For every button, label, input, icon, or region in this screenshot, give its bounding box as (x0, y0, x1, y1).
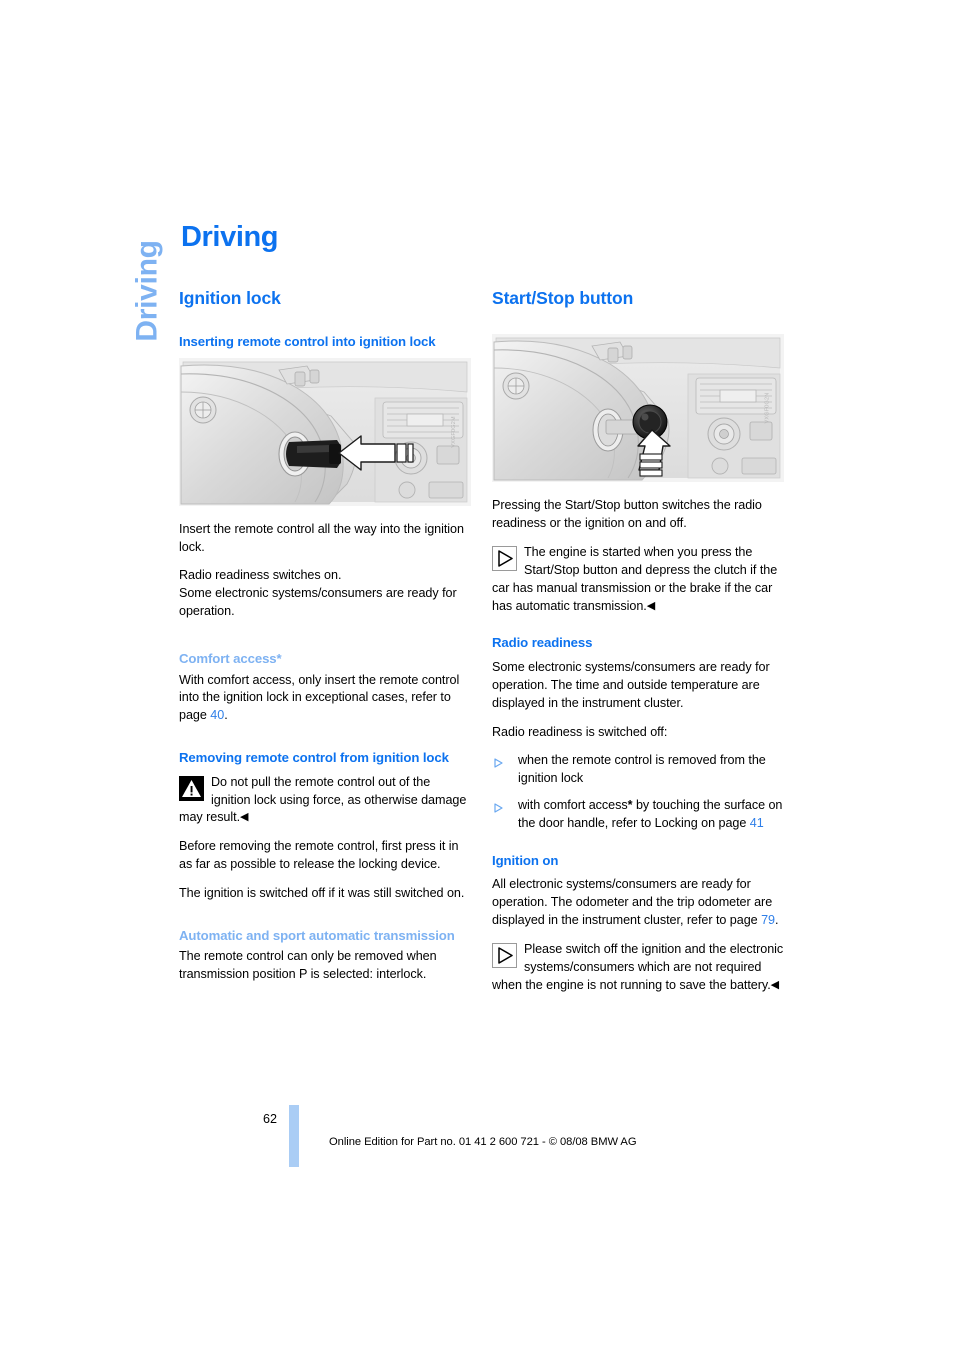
left-column: Ignition lock Inserting remote control i… (179, 288, 471, 995)
ignition-text-a: All electronic systems/consumers are rea… (492, 877, 773, 928)
radio-readiness-line-2: Some electronic systems/consumers are re… (179, 586, 457, 619)
list-item-text: when the remote control is removed from … (518, 753, 766, 786)
ignition-text-b: . (775, 913, 779, 928)
page-number: 62 (263, 1112, 278, 1126)
warning-end-mark: ◀ (240, 811, 249, 824)
warning-notice: Do not pull the remote control out of th… (179, 774, 471, 828)
radio-readiness-line-1: Radio readiness switches on. (179, 568, 342, 583)
section-heading-start-stop-button: Start/Stop button (492, 288, 634, 308)
subheading-removing-remote-control: Removing remote control from ignition lo… (179, 750, 449, 766)
page-reference-41[interactable]: 41 (750, 816, 764, 830)
note-switch-off-ignition: Please switch off the ignition and the e… (492, 941, 784, 995)
bullet-triangle-icon (494, 801, 503, 813)
comfort-text-b: . (224, 708, 228, 723)
paragraph-ignition-on: All electronic systems/consumers are rea… (492, 876, 784, 930)
section-heading-ignition-lock: Ignition lock (179, 288, 281, 308)
figure-code: VXGF0G2M (451, 415, 458, 448)
paragraph-pressing-start-stop: Pressing the Start/Stop button switches … (492, 498, 762, 530)
right-column: Start/Stop button VXGF0G2N Pressing the … (492, 288, 784, 1006)
list-item-text-a: with comfort access (518, 798, 628, 813)
page-reference-40[interactable]: 40 (210, 708, 224, 722)
figure-inserting-remote-control: VXGF0G2M (179, 357, 471, 506)
page-title: Driving (181, 221, 279, 253)
paragraph-radio-readiness-detail: Some electronic systems/consumers are re… (492, 659, 770, 710)
note-triangle-icon (492, 943, 517, 968)
note-end-mark: ◀ (770, 978, 780, 991)
subheading-inserting-remote-control: Inserting remote control into ignition l… (179, 334, 436, 350)
list-item: when the remote control is removed from … (492, 752, 784, 788)
paragraph-radio-switched-off: Radio readiness is switched off: (492, 724, 668, 739)
page-footer: 62 Online Edition for Part no. 01 41 2 6… (179, 1105, 819, 1175)
subheading-automatic-transmission: Automatic and sport automatic transmissi… (179, 927, 455, 943)
paragraph-comfort-access: With comfort access, only insert the rem… (179, 672, 471, 726)
note-text: Please switch off the ignition and the e… (492, 942, 784, 992)
warning-text: Do not pull the remote control out of th… (179, 774, 467, 825)
paragraph-radio-readiness: Radio readiness switches on. Some electr… (179, 567, 471, 621)
paragraph-automatic-transmission: The remote control can only be removed w… (179, 949, 437, 982)
note-text: The engine is started when you press the… (492, 544, 778, 613)
chapter-tab-label: Driving (131, 240, 164, 342)
page-reference-79[interactable]: 79 (761, 913, 775, 927)
paragraph-insert-remote: Insert the remote control all the way in… (179, 521, 464, 554)
note-end-mark: ◀ (646, 599, 656, 612)
figure-start-stop-button: VXGF0G2N (492, 334, 784, 483)
subheading-comfort-access: Comfort access* (179, 651, 282, 666)
chapter-tab: Driving (118, 218, 178, 378)
footer-imprint: Online Edition for Part no. 01 41 2 600 … (329, 1136, 637, 1148)
subheading-radio-readiness: Radio readiness (492, 635, 593, 651)
bullet-triangle-icon (494, 756, 503, 768)
radio-readiness-bullet-list: when the remote control is removed from … (492, 752, 784, 833)
page-marker-bar (289, 1105, 299, 1167)
note-engine-started: The engine is started when you press the… (492, 544, 784, 616)
start-stop-button-illustration (492, 334, 784, 483)
subheading-ignition-on: Ignition on (492, 852, 559, 868)
warning-triangle-icon (179, 775, 204, 801)
note-triangle-icon (492, 545, 517, 571)
paragraph-before-removing: Before removing the remote control, firs… (179, 839, 459, 872)
list-item: with comfort access* by touching the sur… (492, 797, 784, 833)
figure-code: VXGF0G2N (764, 392, 771, 424)
paragraph-ignition-switched-off: The ignition is switched off if it was s… (179, 886, 465, 900)
manual-page: Driving Driving Ignition lock Inserting … (0, 0, 954, 1350)
ignition-lock-illustration (179, 357, 471, 506)
